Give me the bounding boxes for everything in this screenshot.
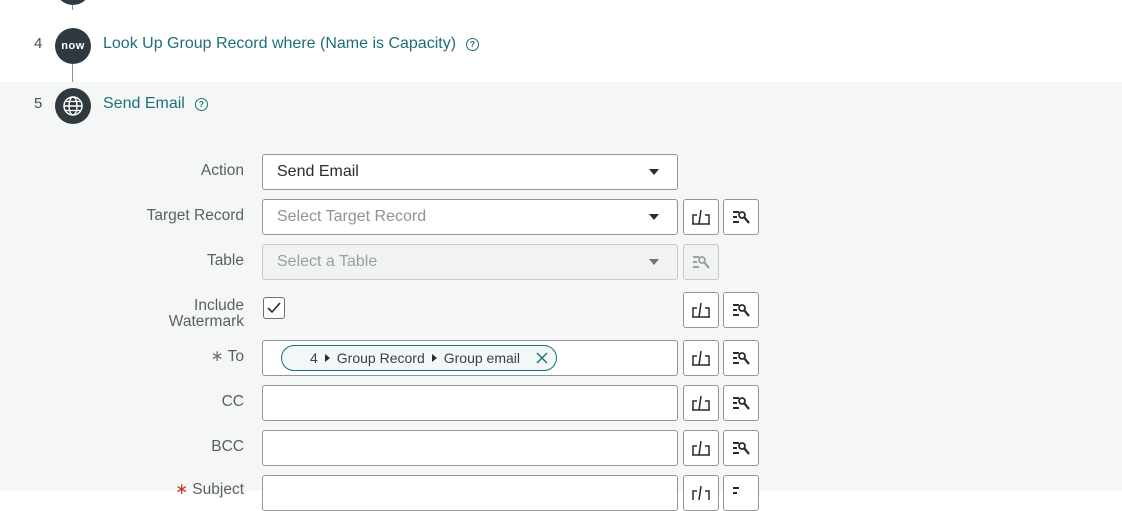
include-watermark-label: Include Watermark (0, 298, 244, 330)
help-icon[interactable]: ? (194, 97, 208, 111)
step-title-text: Send Email (103, 95, 185, 112)
include-watermark-label-line1: Include (194, 297, 244, 314)
data-pill-picker-button (683, 244, 719, 280)
globe-icon (55, 88, 91, 124)
now-logo-text: now (61, 40, 85, 52)
target-record-select[interactable]: Select Target Record (262, 199, 678, 235)
to-label: ∗ To (0, 349, 244, 365)
step-number: 4 (34, 35, 43, 52)
data-pill-picker-icon (733, 304, 750, 317)
data-pill-picker-icon (733, 397, 750, 410)
help-icon[interactable]: ? (466, 37, 480, 51)
required-indicator: ∗ (210, 348, 224, 365)
breadcrumb-arrow-icon (324, 354, 330, 362)
data-pill-picker-button[interactable] (723, 385, 759, 421)
data-pill-step: 4 (310, 350, 318, 366)
script-toggle-icon (692, 302, 710, 318)
inline-script-button[interactable] (683, 199, 719, 235)
action-label: Action (200, 162, 244, 179)
cc-label: CC (221, 393, 244, 410)
subject-label: ∗ Subject (0, 482, 244, 498)
step-number: 5 (34, 95, 43, 112)
data-pill-picker-button[interactable] (723, 340, 759, 376)
table-label: Table (206, 252, 244, 269)
step-4-title-link[interactable]: Look Up Group Record where (Name is Capa… (103, 35, 480, 53)
include-watermark-label-line2: Watermark (168, 313, 244, 330)
include-watermark-checkbox[interactable] (263, 297, 285, 319)
servicenow-now-icon: now (55, 28, 91, 64)
bcc-input[interactable] (262, 430, 678, 466)
action-select-value: Send Email (277, 163, 359, 180)
chevron-down-icon (649, 169, 659, 175)
close-icon[interactable] (536, 352, 548, 364)
data-pill-picker-button[interactable] (723, 199, 759, 235)
inline-script-button[interactable] (683, 340, 719, 376)
table-placeholder: Select a Table (277, 253, 378, 270)
data-pill-record: Group Record (336, 350, 425, 366)
data-pill-picker-icon (733, 442, 750, 455)
chevron-down-icon (649, 259, 659, 265)
data-pill-picker-icon (733, 211, 750, 224)
checkmark-icon (267, 302, 281, 314)
bcc-label: BCC (211, 438, 244, 455)
inline-script-button[interactable] (683, 475, 719, 511)
data-pill-picker-button[interactable] (723, 292, 759, 328)
step-5-title-link[interactable]: Send Email ? (103, 95, 208, 113)
required-indicator: ∗ (175, 481, 189, 498)
script-toggle-icon (692, 440, 710, 456)
chevron-down-icon (649, 214, 659, 220)
data-pill-picker-icon (693, 256, 710, 269)
inline-script-button[interactable] (683, 430, 719, 466)
to-label-text: To (227, 348, 244, 365)
inline-script-button[interactable] (683, 385, 719, 421)
script-toggle-icon (692, 395, 710, 411)
step-title-text: Look Up Group Record where (Name is Capa… (103, 35, 457, 52)
data-pill-picker-icon (733, 352, 750, 365)
data-pill[interactable]: 4 Group Record Group email (281, 345, 557, 371)
data-pill-field: Group email (443, 350, 520, 366)
cc-input[interactable] (262, 385, 678, 421)
target-record-placeholder: Select Target Record (277, 208, 427, 225)
subject-label-text: Subject (192, 481, 244, 498)
data-pill-picker-button[interactable] (723, 475, 759, 511)
script-toggle-icon (692, 209, 710, 225)
subject-input[interactable] (262, 475, 678, 511)
data-pill-picker-button[interactable] (723, 430, 759, 466)
inline-script-button[interactable] (683, 292, 719, 328)
target-record-label: Target Record (146, 207, 244, 224)
table-select: Select a Table (262, 244, 678, 280)
script-toggle-icon (692, 485, 710, 501)
data-pill-picker-icon (733, 487, 739, 494)
previous-step-circle (55, 0, 91, 5)
to-input[interactable]: 4 Group Record Group email (262, 340, 678, 376)
action-select[interactable]: Send Email (262, 154, 678, 190)
script-toggle-icon (692, 350, 710, 366)
breadcrumb-arrow-icon (431, 354, 437, 362)
